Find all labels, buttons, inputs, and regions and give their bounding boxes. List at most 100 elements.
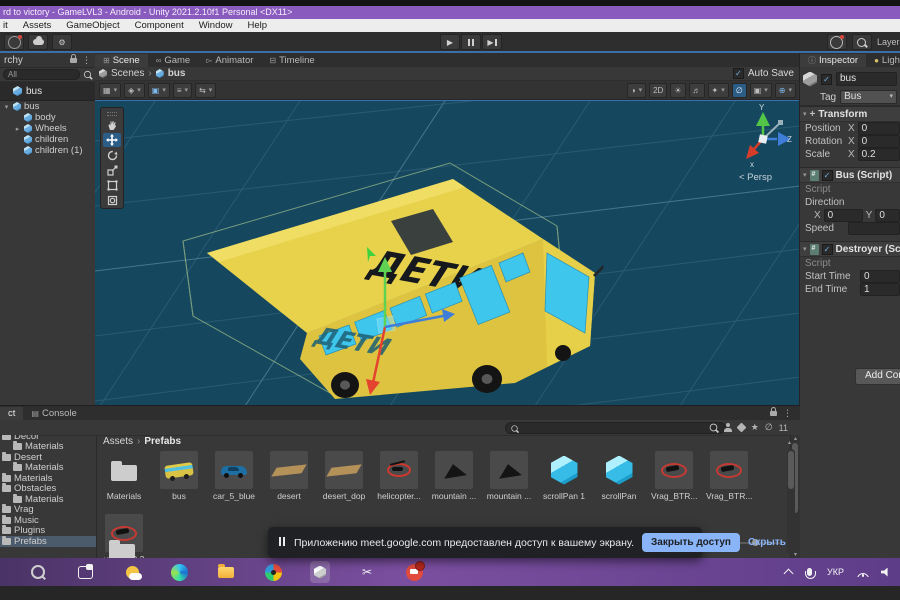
draw-mode-button[interactable]: ▦	[99, 83, 121, 98]
folder-tree-item[interactable]: Materials	[0, 442, 96, 453]
gizmo-y-label[interactable]: Y	[759, 103, 765, 112]
step-button[interactable]: ▶	[482, 34, 502, 50]
gizmos-button[interactable]: ⊕	[775, 83, 796, 98]
auto-save-toggle[interactable]: Auto Save	[733, 68, 794, 79]
folder-tree-item[interactable]: Materials	[0, 463, 96, 474]
lock-icon[interactable]	[770, 411, 777, 416]
favorites-star-icon[interactable]: ★	[751, 422, 759, 433]
wifi-icon[interactable]	[856, 568, 869, 577]
2d-mode-button[interactable]: 2D	[649, 83, 667, 98]
direction-y-field[interactable]: 0	[875, 209, 900, 222]
file-explorer-icon[interactable]	[216, 562, 236, 582]
folder-tree-item[interactable]: Materials	[0, 494, 96, 505]
folder-tree-item[interactable]: Prefabs	[0, 536, 96, 547]
stop-sharing-button[interactable]: Закрыть доступ	[642, 533, 740, 552]
tab-inspector[interactable]: ⓘ Inspector	[800, 54, 866, 67]
asset-item[interactable]: desert	[268, 451, 310, 501]
task-view-icon[interactable]	[75, 562, 95, 582]
hierarchy-item[interactable]: ▾ bus	[0, 101, 95, 112]
hierarchy-item[interactable]: ▸ Wheels	[0, 123, 95, 134]
kebab-menu-icon[interactable]: ⋮	[82, 55, 91, 66]
hidden-packages-icon[interactable]: ∅	[765, 422, 773, 433]
asset-item[interactable]: Vrag_BTR...	[653, 451, 695, 501]
asset-item[interactable]: Materials	[103, 451, 145, 501]
perspective-label[interactable]: < Persp	[739, 172, 772, 183]
asset-item[interactable]: bus	[158, 451, 200, 501]
direction-x-field[interactable]: 0	[824, 209, 863, 222]
transform-component-header[interactable]: + Transform	[800, 106, 900, 122]
tab-project[interactable]: ct	[0, 407, 23, 420]
speaker-icon[interactable]	[881, 568, 892, 577]
asset-item[interactable]: mountain ...	[433, 451, 475, 501]
prefab-cube-icon[interactable]	[803, 72, 817, 87]
view-tab[interactable]: ⊟ Timeline	[261, 54, 322, 67]
kebab-menu-icon[interactable]: ⋮	[783, 408, 792, 419]
rect-tool[interactable]	[103, 178, 121, 192]
move-tool[interactable]	[103, 133, 121, 147]
object-name-field[interactable]: bus	[836, 72, 897, 86]
scale-tool[interactable]	[103, 163, 121, 177]
chat-app-icon[interactable]	[404, 562, 424, 582]
edge-browser-icon[interactable]	[169, 562, 189, 582]
menu-item[interactable]: Window	[199, 19, 233, 32]
folder-tree-item[interactable]: Obstacles	[0, 484, 96, 495]
scene-lighting-button[interactable]: ☀	[670, 83, 685, 98]
undo-history-icon[interactable]	[827, 34, 847, 50]
hierarchy-item[interactable]: children	[0, 134, 95, 145]
view-tab[interactable]: ⊞ Scene	[95, 54, 148, 67]
taskbar-search-icon[interactable]	[28, 562, 48, 582]
search-icon[interactable]	[852, 34, 872, 50]
snipping-tool-icon[interactable]: ✂	[357, 562, 377, 582]
gizmo-x-label[interactable]: x	[750, 160, 754, 169]
scene-audio-button[interactable]: ♬	[689, 83, 705, 98]
grid-toggle-button[interactable]: ▣	[148, 83, 170, 98]
play-button[interactable]: ▶	[440, 34, 460, 50]
effects-button[interactable]: ✦	[708, 83, 729, 98]
tag-dropdown[interactable]: Bus▾	[840, 90, 897, 104]
folder-tree-item[interactable]: Materials	[0, 473, 96, 484]
hierarchy-item[interactable]: body	[0, 112, 95, 123]
asset-item[interactable]: scrollPan 1	[543, 451, 585, 501]
scene-viewport[interactable]: ДЕТИ ДЕТИ	[95, 100, 800, 406]
value-field[interactable]: 0	[858, 135, 900, 148]
end-time-field[interactable]: 1	[860, 283, 900, 296]
folder-tree-item[interactable]: Vrag	[0, 505, 96, 516]
auto-save-checkbox[interactable]	[733, 68, 744, 79]
menu-item[interactable]: Help	[248, 19, 268, 32]
asset-item[interactable]: desert_dop	[323, 451, 365, 501]
prefab-root-header[interactable]: bus	[0, 82, 95, 101]
enabled-checkbox[interactable]	[822, 170, 833, 181]
asset-item[interactable]: Vrag_BTR...	[708, 451, 750, 501]
tab-lighting[interactable]: ● Light	[866, 54, 900, 67]
menu-item[interactable]: it	[3, 19, 8, 32]
content-scrollbar[interactable]	[787, 449, 795, 554]
unity-editor-icon[interactable]	[310, 562, 330, 582]
search-by-label-icon[interactable]	[736, 423, 746, 433]
search-by-user-icon[interactable]	[724, 423, 732, 432]
breadcrumb-scenes[interactable]: Scenes	[111, 68, 144, 79]
view-tab[interactable]: ▻ Animator	[198, 54, 261, 67]
enabled-checkbox[interactable]	[822, 244, 833, 255]
transform-tool[interactable]	[103, 193, 121, 207]
shading-sphere-button[interactable]: ◑	[627, 83, 646, 98]
rotate-tool[interactable]	[103, 148, 121, 162]
scene-visibility-button[interactable]: ∅	[732, 83, 747, 98]
hierarchy-item[interactable]: children (1)	[0, 145, 95, 156]
hierarchy-search-input[interactable]: All	[3, 69, 80, 80]
add-component-button[interactable]: Add Comp	[855, 368, 900, 385]
microphone-icon[interactable]	[807, 568, 812, 576]
menu-item[interactable]: Component	[135, 19, 184, 32]
menu-item[interactable]: GameObject	[66, 19, 119, 32]
value-field[interactable]: 0	[858, 122, 900, 135]
lock-icon[interactable]	[70, 58, 77, 63]
breadcrumb-assets[interactable]: Assets	[103, 436, 133, 447]
move-snap-button[interactable]: ⇆	[195, 83, 216, 98]
asset-item[interactable]: mountain ...	[488, 451, 530, 501]
hand-tool[interactable]	[103, 118, 121, 132]
asset-item[interactable]: car_5_blue	[213, 451, 255, 501]
folder-tree-item[interactable]: Desert	[0, 452, 96, 463]
cloud-icon[interactable]	[28, 34, 48, 50]
weather-widget-icon[interactable]	[122, 562, 142, 582]
tray-chevron-icon[interactable]	[784, 569, 794, 579]
layers-dropdown[interactable]: Layers	[877, 37, 900, 47]
